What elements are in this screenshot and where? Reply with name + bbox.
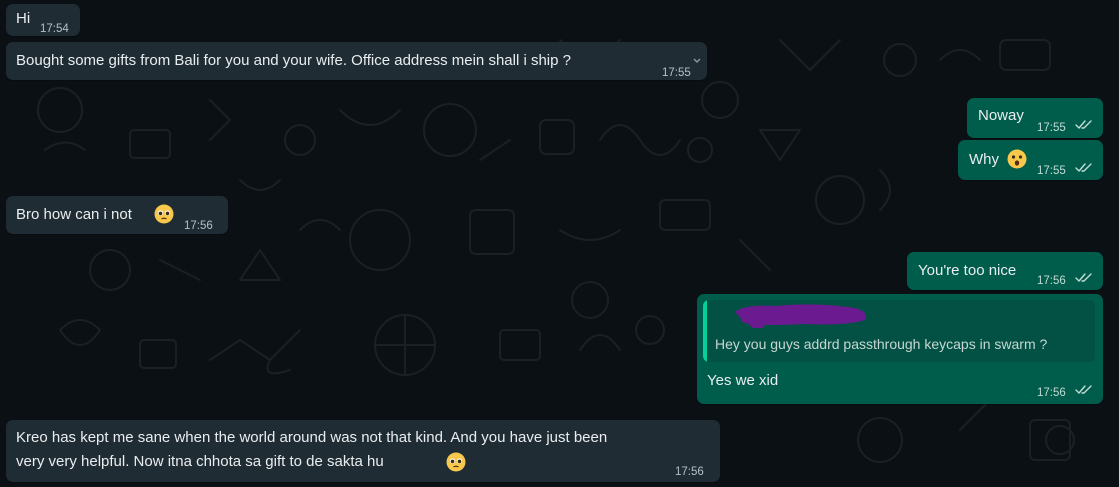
redacted-sender-name [735,304,866,328]
message-time: 17:56 [184,220,213,232]
message-menu-chevron-icon[interactable] [692,56,702,66]
double-check-icon [1075,163,1092,172]
pleading-face-icon [446,452,466,472]
outgoing-reply-message[interactable]: Hey you guys addrd passthrough keycaps i… [697,294,1103,404]
message-time: 17:55 [662,67,691,79]
astonished-face-icon [1007,149,1027,169]
incoming-message[interactable]: Kreo has kept me sane when the world aro… [6,420,720,482]
message-time: 17:55 [1037,122,1066,134]
message-text: Bought some gifts from Bali for you and … [16,52,571,69]
message-time: 17:55 [1037,165,1066,177]
message-text: Noway [978,107,1024,124]
message-time: 17:54 [40,23,69,35]
incoming-message[interactable]: Bought some gifts from Bali for you and … [6,42,707,80]
double-check-icon [1075,273,1092,282]
message-time: 17:56 [675,466,704,478]
message-time: 17:56 [1037,275,1066,287]
message-text: Yes we xid [707,372,779,389]
message-text-line: Kreo has kept me sane when the world aro… [16,429,608,446]
message-text: Bro how can i not [16,206,132,223]
pleading-face-icon [154,204,174,224]
message-text-line: very very helpful. Now itna chhota sa gi… [16,453,384,470]
incoming-message[interactable]: Bro how can i not 17:56 [6,196,228,234]
outgoing-message[interactable]: Noway 17:55 [967,98,1103,138]
double-check-icon [1075,120,1092,129]
message-text: Why [969,151,999,168]
message-text: You're too nice [918,262,1017,279]
incoming-message[interactable]: Hi 17:54 [6,4,80,36]
quoted-message[interactable]: Hey you guys addrd passthrough keycaps i… [703,300,1095,362]
message-time: 17:56 [1037,387,1066,399]
message-text: Hi [16,10,31,27]
quote-accent-bar [703,300,707,362]
quoted-text: Hey you guys addrd passthrough keycaps i… [715,336,1048,352]
outgoing-message[interactable]: You're too nice 17:56 [907,252,1103,290]
outgoing-message[interactable]: Why 17:55 [958,140,1103,180]
double-check-icon [1075,385,1092,394]
